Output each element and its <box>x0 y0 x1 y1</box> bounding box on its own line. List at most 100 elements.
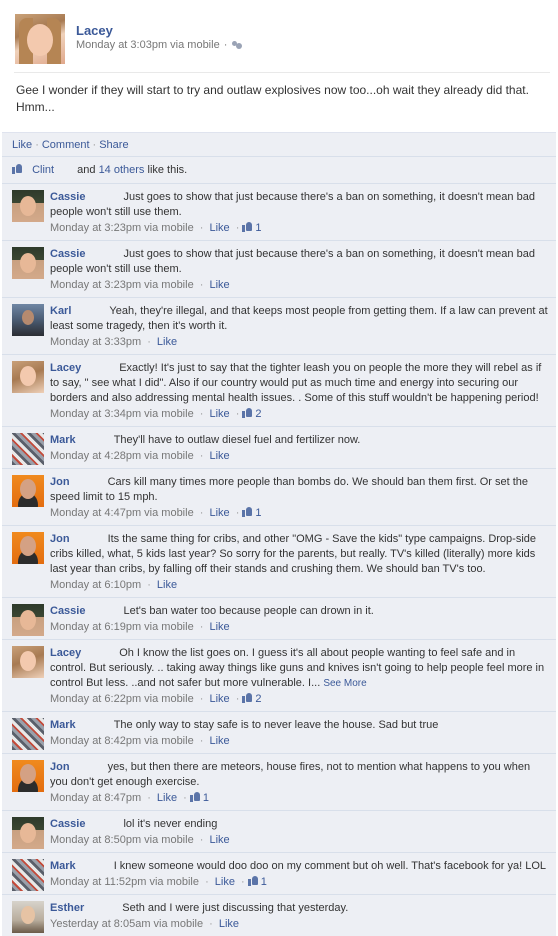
comment-text: Just goes to show that just because ther… <box>50 248 535 275</box>
comment-timestamp: Monday at 6:19pm via mobile <box>50 621 194 633</box>
commenter-name[interactable]: Karl <box>50 305 71 317</box>
post-author-name[interactable]: Lacey <box>76 23 113 38</box>
comment-like-count[interactable]: 1 <box>242 506 262 519</box>
comment: Cassie Just goes to show that just becaus… <box>2 240 556 297</box>
comment-like-link[interactable]: Like <box>209 408 229 420</box>
meta-separator: · <box>241 876 245 888</box>
commenter-avatar[interactable] <box>12 475 44 507</box>
comment-like-link[interactable]: Like <box>215 876 235 888</box>
comment: Mark I knew someone would doo doo on my c… <box>2 852 556 894</box>
commenter-name[interactable]: Mark <box>50 719 76 731</box>
meta-separator: · <box>235 408 240 420</box>
comment-text: yes, but then there are meteors, house f… <box>50 761 531 788</box>
comment-meta: Monday at 3:34pm via mobile · Like · 2 <box>50 406 548 422</box>
comment-like-link[interactable]: Like <box>157 336 177 348</box>
like-count-value: 1 <box>255 222 262 234</box>
meta-separator: · <box>199 621 204 633</box>
commenter-avatar[interactable] <box>12 901 44 933</box>
commenter-avatar[interactable] <box>12 718 44 750</box>
commenter-name[interactable]: Jon <box>50 533 70 545</box>
comment: Esther Seth and I were just discussing th… <box>2 894 556 936</box>
meta-separator: · <box>235 222 240 234</box>
post-timestamp[interactable]: Monday at 3:03pm via mobile <box>76 39 220 51</box>
commenter-avatar[interactable] <box>12 304 44 336</box>
comment-text: The only way to stay safe is to never le… <box>113 719 439 731</box>
comment: Karl Yeah, they're illegal, and that keep… <box>2 297 556 354</box>
comment-like-link[interactable]: Like <box>209 222 229 234</box>
comment-like-link[interactable]: Like <box>209 735 229 747</box>
commenter-avatar[interactable] <box>12 190 44 222</box>
commenter-name[interactable]: Mark <box>50 434 76 446</box>
commenter-name[interactable]: Cassie <box>50 818 85 830</box>
commenter-name[interactable]: Mark <box>50 860 76 872</box>
commenter-avatar[interactable] <box>12 247 44 279</box>
comment-like-link[interactable]: Like <box>209 621 229 633</box>
comment-link[interactable]: Comment <box>42 139 90 151</box>
commenter-avatar[interactable] <box>12 361 44 393</box>
like-count-value: 1 <box>202 792 209 804</box>
commenter-avatar[interactable] <box>12 604 44 636</box>
meta-separator: · <box>147 579 151 591</box>
meta-separator: · <box>199 735 204 747</box>
others-likers-link[interactable]: 14 others <box>99 164 145 176</box>
comment-like-count[interactable]: 2 <box>242 693 262 705</box>
comment-like-count[interactable]: 1 <box>189 792 209 804</box>
commenter-avatar[interactable] <box>12 760 44 792</box>
liker-name-link[interactable]: Clint <box>32 164 54 176</box>
comment-like-link[interactable]: Like <box>157 579 177 591</box>
meta-separator: · <box>199 693 204 705</box>
comment-text: Yeah, they're illegal, and that keeps mo… <box>50 305 548 332</box>
commenter-name[interactable]: Lacey <box>50 647 81 659</box>
comment-timestamp: Monday at 6:10pm <box>50 579 142 591</box>
comment-timestamp: Monday at 3:34pm via mobile <box>50 408 194 420</box>
comments-section: Clint and 14 others like this. Cassie Jus… <box>2 156 556 936</box>
likes-suffix-text: like this. <box>147 164 188 176</box>
comment-timestamp: Monday at 4:47pm via mobile <box>50 507 194 519</box>
commenter-name[interactable]: Jon <box>50 761 70 773</box>
post-author-avatar[interactable] <box>15 14 65 64</box>
comment-body: Mark The only way to stay safe is to neve… <box>50 718 548 733</box>
post-meta: Monday at 3:03pm via mobile · <box>76 39 243 51</box>
commenter-name[interactable]: Lacey <box>50 362 81 374</box>
commenter-avatar[interactable] <box>12 817 44 849</box>
like-post-link[interactable]: Like <box>12 139 32 151</box>
action-separator: · <box>92 139 97 151</box>
commenter-name[interactable]: Cassie <box>50 605 85 617</box>
comment-like-link[interactable]: Like <box>209 693 229 705</box>
meta-separator: · <box>235 507 240 519</box>
comment-timestamp: Yesterday at 8:05am via mobile <box>50 918 204 930</box>
commenter-name[interactable]: Cassie <box>50 248 85 260</box>
see-more-link[interactable]: See More <box>323 678 366 689</box>
comment-body: Cassie Let's ban water too because people… <box>50 604 548 619</box>
thumbs-up-icon <box>242 506 253 517</box>
comment: Cassie Let's ban water too because people… <box>2 597 556 639</box>
comment-body: Mark I knew someone would doo doo on my c… <box>50 859 548 874</box>
comment-like-count[interactable]: 1 <box>247 876 267 888</box>
commenter-name[interactable]: Cassie <box>50 191 85 203</box>
meta-separator: · <box>209 918 213 930</box>
meta-separator: · <box>199 507 204 519</box>
commenter-avatar[interactable] <box>12 859 44 891</box>
commenter-name[interactable]: Jon <box>50 476 70 488</box>
comment-text: Exactly! It's just to say that the tight… <box>50 362 542 404</box>
comment-like-link[interactable]: Like <box>209 507 229 519</box>
comment-like-link[interactable]: Like <box>209 279 229 291</box>
comment-like-link[interactable]: Like <box>209 834 229 846</box>
comment-like-count[interactable]: 2 <box>242 408 262 420</box>
commenter-name[interactable]: Esther <box>50 902 84 914</box>
comment-like-link[interactable]: Like <box>157 792 177 804</box>
commenter-avatar[interactable] <box>12 433 44 465</box>
comment-text: Its the same thing for cribs, and other … <box>50 533 537 575</box>
commenter-avatar[interactable] <box>12 532 44 564</box>
comment-like-link[interactable]: Like <box>219 918 239 930</box>
comment-meta: Monday at 3:23pm via mobile · Like <box>50 277 548 293</box>
comment-like-count[interactable]: 1 <box>242 222 262 234</box>
comment-body: Karl Yeah, they're illegal, and that keep… <box>50 304 548 334</box>
comment-body: Jon yes, but then there are meteors, hous… <box>50 760 548 790</box>
share-link[interactable]: Share <box>99 139 128 151</box>
friends-privacy-icon[interactable] <box>231 40 243 50</box>
comment-like-link[interactable]: Like <box>209 450 229 462</box>
commenter-avatar[interactable] <box>12 646 44 678</box>
comment-text: Seth and I were just discussing that yes… <box>122 902 349 914</box>
comment-meta: Monday at 8:47pm · Like · 1 <box>50 790 548 806</box>
